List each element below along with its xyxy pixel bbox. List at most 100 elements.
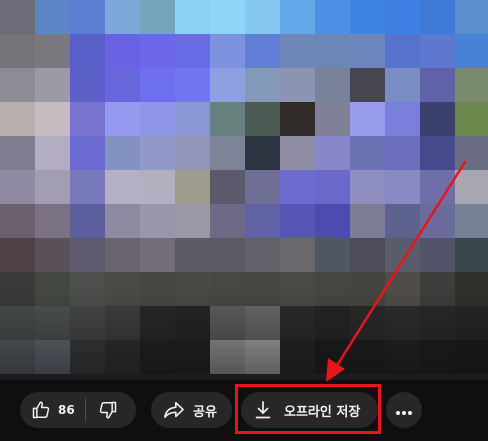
mosaic-tile — [210, 136, 245, 170]
mosaic-tile — [140, 204, 175, 238]
mosaic-tile — [140, 102, 175, 136]
mosaic-tile — [385, 0, 420, 34]
mosaic-tile — [175, 204, 210, 238]
mosaic-tile — [175, 136, 210, 170]
mosaic-tile — [350, 68, 385, 102]
mosaic-tile — [70, 136, 105, 170]
mosaic-tile — [280, 68, 315, 102]
mosaic-tile — [455, 204, 488, 238]
mosaic-tile — [350, 136, 385, 170]
mosaic-tile — [420, 0, 455, 34]
mosaic-tile — [245, 102, 280, 136]
mosaic-tile — [210, 102, 245, 136]
mosaic-tile — [35, 34, 70, 68]
video-bottom-shade — [0, 290, 488, 380]
mosaic-tile — [420, 34, 455, 68]
mosaic-tile — [315, 0, 350, 34]
mosaic-tile — [70, 68, 105, 102]
mosaic-tile — [455, 0, 488, 34]
mosaic-tile — [420, 204, 455, 238]
mosaic-tile — [175, 102, 210, 136]
mosaic-tile — [315, 102, 350, 136]
mosaic-tile — [105, 136, 140, 170]
mosaic-tile — [0, 204, 35, 238]
mosaic-tile — [105, 34, 140, 68]
mosaic-tile — [385, 238, 420, 272]
mosaic-tile — [70, 34, 105, 68]
mosaic-tile — [420, 68, 455, 102]
video-thumbnail[interactable] — [0, 0, 488, 380]
like-count: 86 — [58, 403, 75, 417]
mosaic-tile — [0, 0, 35, 34]
mosaic-tile — [350, 204, 385, 238]
mosaic-tile — [455, 34, 488, 68]
mosaic-tile — [455, 136, 488, 170]
mosaic-tile — [420, 238, 455, 272]
mosaic-tile — [0, 102, 35, 136]
mosaic-tile — [210, 238, 245, 272]
mosaic-tile — [35, 238, 70, 272]
mosaic-tile — [35, 170, 70, 204]
mosaic-tile — [105, 0, 140, 34]
mosaic-tile — [455, 170, 488, 204]
mosaic-tile — [315, 136, 350, 170]
mosaic-tile — [175, 0, 210, 34]
more-actions-button[interactable] — [386, 392, 422, 428]
mosaic-tile — [140, 68, 175, 102]
mosaic-tile — [385, 170, 420, 204]
share-label: 공유 — [193, 404, 217, 420]
mosaic-tile — [0, 34, 35, 68]
mosaic-tile — [70, 238, 105, 272]
mosaic-tile — [210, 68, 245, 102]
mosaic-tile — [0, 170, 35, 204]
mosaic-tile — [315, 34, 350, 68]
mosaic-tile — [105, 102, 140, 136]
mosaic-tile — [350, 34, 385, 68]
mosaic-tile — [385, 102, 420, 136]
mosaic-tile — [350, 0, 385, 34]
mosaic-tile — [280, 136, 315, 170]
mosaic-tile — [280, 34, 315, 68]
mosaic-tile — [280, 204, 315, 238]
mosaic-tile — [140, 238, 175, 272]
mosaic-tile — [35, 136, 70, 170]
mosaic-tile — [245, 34, 280, 68]
mosaic-tile — [280, 238, 315, 272]
mosaic-tile — [105, 204, 140, 238]
share-button[interactable]: 공유 — [151, 392, 232, 428]
mosaic-tile — [455, 102, 488, 136]
mosaic-tile — [35, 68, 70, 102]
share-arrow-icon — [163, 400, 185, 420]
mosaic-tile — [385, 68, 420, 102]
mosaic-tile — [315, 170, 350, 204]
like-button[interactable]: 86 — [20, 392, 85, 428]
mosaic-tile — [140, 34, 175, 68]
mosaic-tile — [280, 102, 315, 136]
mosaic-tile — [0, 68, 35, 102]
mosaic-tile — [385, 34, 420, 68]
mosaic-tile — [245, 0, 280, 34]
thumbs-up-icon — [31, 400, 51, 420]
mosaic-tile — [35, 102, 70, 136]
mosaic-tile — [245, 68, 280, 102]
mosaic-tile — [350, 170, 385, 204]
like-dislike-group: 86 — [20, 392, 136, 428]
mosaic-tile — [315, 204, 350, 238]
dislike-button[interactable] — [86, 392, 118, 428]
mosaic-tile — [210, 0, 245, 34]
mosaic-tile — [0, 238, 35, 272]
mosaic-tile — [175, 34, 210, 68]
mosaic-tile — [420, 136, 455, 170]
mosaic-tile — [420, 170, 455, 204]
mosaic-tile — [140, 0, 175, 34]
mosaic-tile — [70, 102, 105, 136]
mosaic-tile — [105, 170, 140, 204]
mosaic-tile — [315, 68, 350, 102]
mosaic-tile — [175, 238, 210, 272]
mosaic-tile — [280, 170, 315, 204]
annotation-highlight-box — [235, 384, 381, 434]
mosaic-tile — [315, 238, 350, 272]
mosaic-tile — [175, 170, 210, 204]
mosaic-tile — [420, 102, 455, 136]
mosaic-tile — [70, 0, 105, 34]
